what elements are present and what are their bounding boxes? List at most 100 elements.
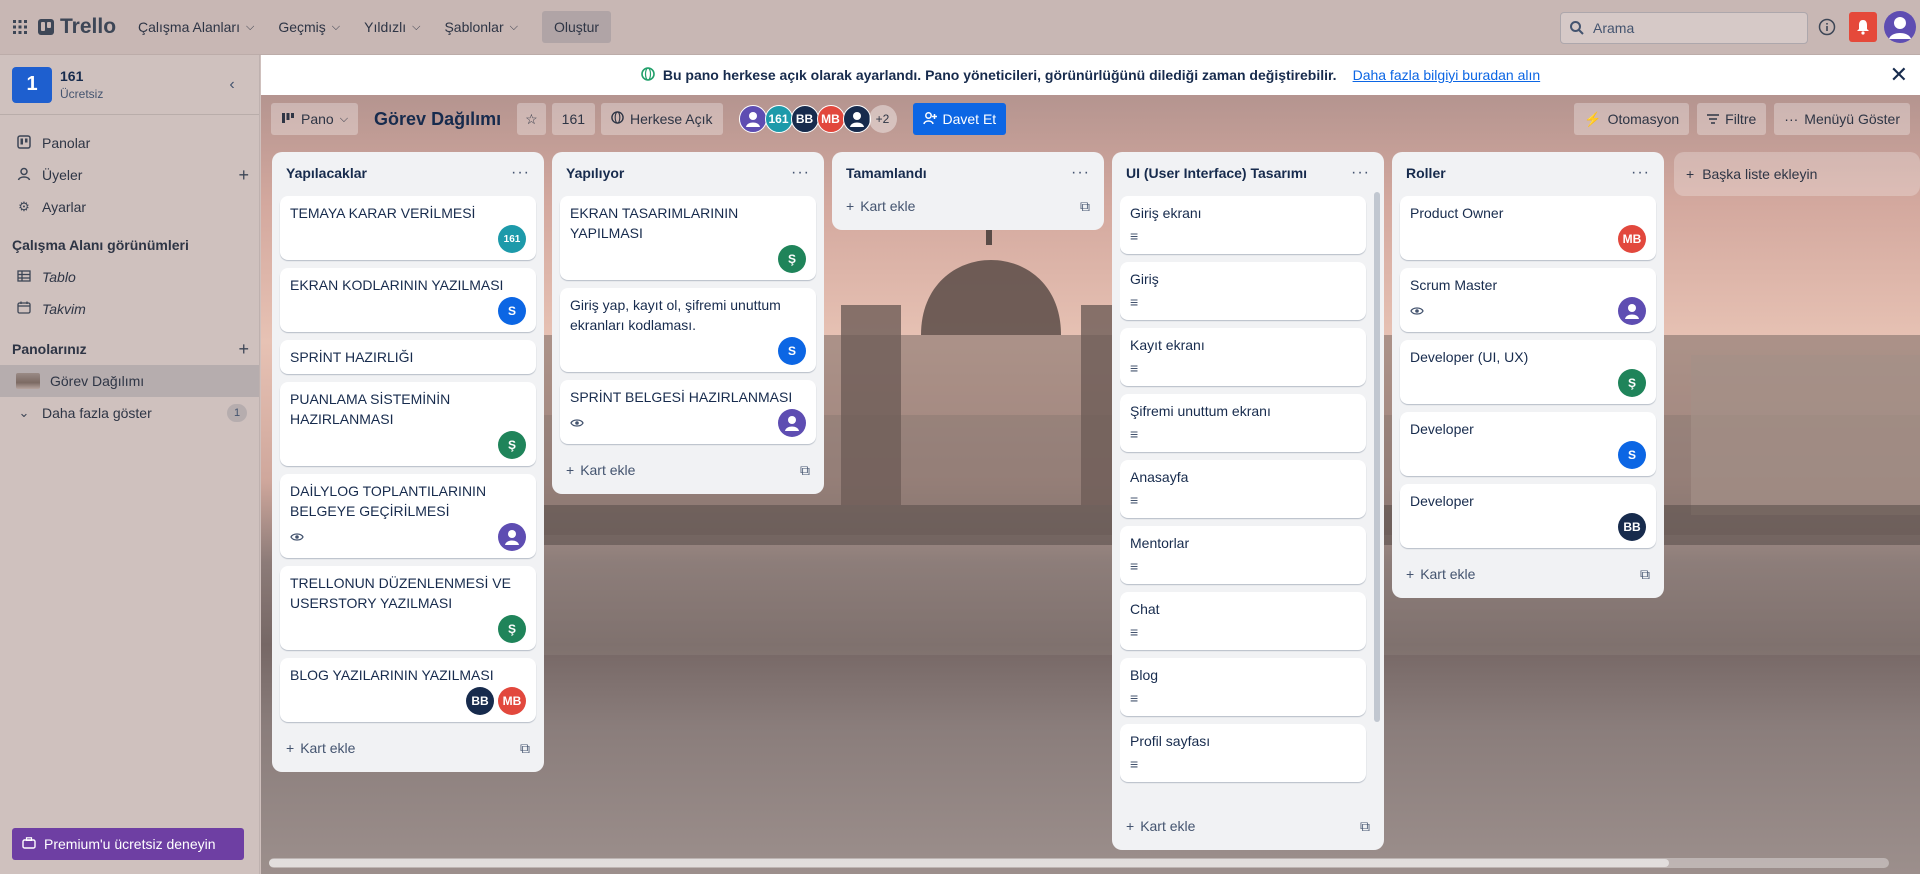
card[interactable]: Giriş ekranı ≡ [1120, 196, 1366, 254]
card[interactable]: SPRİNT HAZIRLIĞI [280, 340, 536, 374]
card-member-avatar[interactable]: Ş [498, 615, 526, 643]
card[interactable]: Mentorlar ≡ [1120, 526, 1366, 584]
board-scrollbar-thumb[interactable] [269, 859, 1669, 867]
card[interactable]: Developer (UI, UX) Ş [1400, 340, 1656, 404]
trello-logo[interactable]: Trello [38, 15, 116, 39]
add-list-button[interactable]: + Başka liste ekleyin [1674, 152, 1920, 196]
card-member-avatar[interactable]: S [498, 297, 526, 325]
card-member-avatar[interactable]: 161 [498, 225, 526, 253]
card-template-icon[interactable]: ⧉ [1080, 198, 1090, 215]
member-avatar[interactable]: MB [816, 105, 845, 133]
info-icon[interactable] [1816, 16, 1838, 38]
card[interactable]: BLOG YAZILARININ YAZILMASI BB MB [280, 658, 536, 722]
card-member-avatar[interactable]: S [1618, 441, 1646, 469]
card[interactable]: Profil sayfası ≡ [1120, 724, 1366, 782]
premium-trial-button[interactable]: Premium'u ücretsiz deneyin [12, 828, 244, 860]
show-more-boards[interactable]: ⌄ Daha fazla göster 1 [0, 397, 259, 429]
member-avatar[interactable]: BB [790, 105, 819, 133]
app-switcher-icon[interactable] [8, 15, 32, 39]
workspace-button[interactable]: 161 [551, 103, 596, 135]
add-card-button[interactable]: + Kart ekle ⧉ [1400, 558, 1656, 590]
add-card-button[interactable]: + Kart ekle ⧉ [560, 454, 816, 486]
more-members-badge[interactable]: +2 [868, 105, 897, 133]
member-avatar[interactable]: 161 [764, 105, 793, 133]
card-member-avatar[interactable] [1618, 297, 1646, 325]
card[interactable]: Chat ≡ [1120, 592, 1366, 650]
add-board-icon[interactable]: + [238, 339, 249, 360]
card-member-avatar[interactable]: BB [466, 687, 494, 715]
sidebar-board-gorev-dagilimi[interactable]: Görev Dağılımı [0, 365, 259, 397]
list-title[interactable]: Roller [1406, 165, 1446, 181]
card-template-icon[interactable]: ⧉ [1640, 566, 1650, 583]
card-member-avatar[interactable]: MB [498, 687, 526, 715]
card-member-avatar[interactable]: MB [1618, 225, 1646, 253]
sidebar-item-table[interactable]: Tablo [0, 261, 259, 293]
list-title[interactable]: Yapılıyor [566, 165, 624, 181]
show-menu-button[interactable]: ··· Menüyü Göster [1774, 103, 1910, 135]
list-title[interactable]: Yapılacaklar [286, 165, 367, 181]
card[interactable]: EKRAN TASARIMLARININ YAPILMASI Ş [560, 196, 816, 280]
card-member-avatar[interactable]: Ş [778, 245, 806, 273]
card[interactable]: Giriş ≡ [1120, 262, 1366, 320]
collapse-sidebar-icon[interactable]: ‹ [217, 76, 247, 94]
add-card-button[interactable]: + Kart ekle ⧉ [280, 732, 536, 764]
search-input[interactable]: Arama [1560, 12, 1808, 44]
nav-starred[interactable]: Yıldızlı ⌵ [352, 11, 432, 43]
list-scrollbar[interactable] [1374, 192, 1380, 722]
card[interactable]: Kayıt ekranı ≡ [1120, 328, 1366, 386]
list-menu-icon[interactable]: ··· [1351, 164, 1370, 182]
nav-recent[interactable]: Geçmiş ⌵ [266, 11, 352, 43]
create-button[interactable]: Oluştur [541, 11, 612, 43]
card[interactable]: Developer S [1400, 412, 1656, 476]
list-title[interactable]: Tamamlandı [846, 165, 927, 181]
banner-learn-more-link[interactable]: Daha fazla bilgiyi buradan alın [1353, 67, 1541, 83]
card[interactable]: Giriş yap, kayıt ol, şifremi unuttum ekr… [560, 288, 816, 372]
card-member-avatar[interactable]: S [778, 337, 806, 365]
card-member-avatar[interactable] [498, 523, 526, 551]
member-avatar[interactable] [738, 105, 767, 133]
member-avatar[interactable] [842, 105, 871, 133]
add-card-button[interactable]: + Kart ekle ⧉ [840, 190, 1096, 222]
card[interactable]: EKRAN KODLARININ YAZILMASI S [280, 268, 536, 332]
nav-templates[interactable]: Şablonlar ⌵ [432, 11, 530, 43]
card[interactable]: SPRİNT BELGESİ HAZIRLANMASI [560, 380, 816, 444]
card[interactable]: Anasayfa ≡ [1120, 460, 1366, 518]
card-template-icon[interactable]: ⧉ [520, 740, 530, 757]
list-menu-icon[interactable]: ··· [791, 164, 810, 182]
card[interactable]: Product Owner MB [1400, 196, 1656, 260]
visibility-button[interactable]: Herkese Açık [601, 103, 723, 135]
account-avatar[interactable] [1884, 11, 1916, 43]
card-member-avatar[interactable]: Ş [1618, 369, 1646, 397]
close-icon[interactable]: ✕ [1890, 62, 1908, 88]
card-member-avatar[interactable]: BB [1618, 513, 1646, 541]
nav-workspaces[interactable]: Çalışma Alanları ⌵ [126, 11, 266, 43]
card-member-avatar[interactable] [778, 409, 806, 437]
card[interactable]: Blog ≡ [1120, 658, 1366, 716]
sidebar-item-calendar[interactable]: Takvim [0, 293, 259, 325]
list-menu-icon[interactable]: ··· [1631, 164, 1650, 182]
sidebar-item-settings[interactable]: ⚙ Ayarlar [0, 191, 259, 223]
card[interactable]: PUANLAMA SİSTEMİNİN HAZIRLANMASI Ş [280, 382, 536, 466]
sidebar-item-boards[interactable]: Panolar [0, 127, 259, 159]
filter-button[interactable]: Filtre [1697, 103, 1767, 135]
workspace-logo[interactable]: 1 [12, 66, 52, 103]
board-title[interactable]: Görev Dağılımı [364, 109, 511, 130]
card[interactable]: TRELLONUN DÜZENLENMESİ VE USERSTORY YAZI… [280, 566, 536, 650]
workspace-name[interactable]: 161 [60, 67, 103, 85]
card-template-icon[interactable]: ⧉ [800, 462, 810, 479]
card-template-icon[interactable]: ⧉ [1360, 818, 1370, 835]
notifications-bell-icon[interactable] [1849, 12, 1877, 42]
list-menu-icon[interactable]: ··· [1071, 164, 1090, 182]
card[interactable]: Developer BB [1400, 484, 1656, 548]
view-switcher[interactable]: Pano ⌵ [271, 103, 359, 135]
list-title[interactable]: UI (User Interface) Tasarımı [1126, 165, 1307, 181]
star-board-button[interactable]: ☆ [517, 103, 546, 135]
card[interactable]: DAİLYLOG TOPLANTILARININ BELGEYE GEÇİRİL… [280, 474, 536, 558]
card[interactable]: Scrum Master [1400, 268, 1656, 332]
card-member-avatar[interactable]: Ş [498, 431, 526, 459]
automation-button[interactable]: ⚡ Otomasyon [1574, 103, 1690, 135]
list-cards-scroll[interactable]: Giriş ekranı ≡ Giriş ≡ Kayıt ekranı ≡ Şi… [1120, 188, 1376, 806]
add-member-icon[interactable]: + [238, 165, 249, 186]
card[interactable]: Şifremi unuttum ekranı ≡ [1120, 394, 1366, 452]
card[interactable]: TEMAYA KARAR VERİLMESİ 161 [280, 196, 536, 260]
